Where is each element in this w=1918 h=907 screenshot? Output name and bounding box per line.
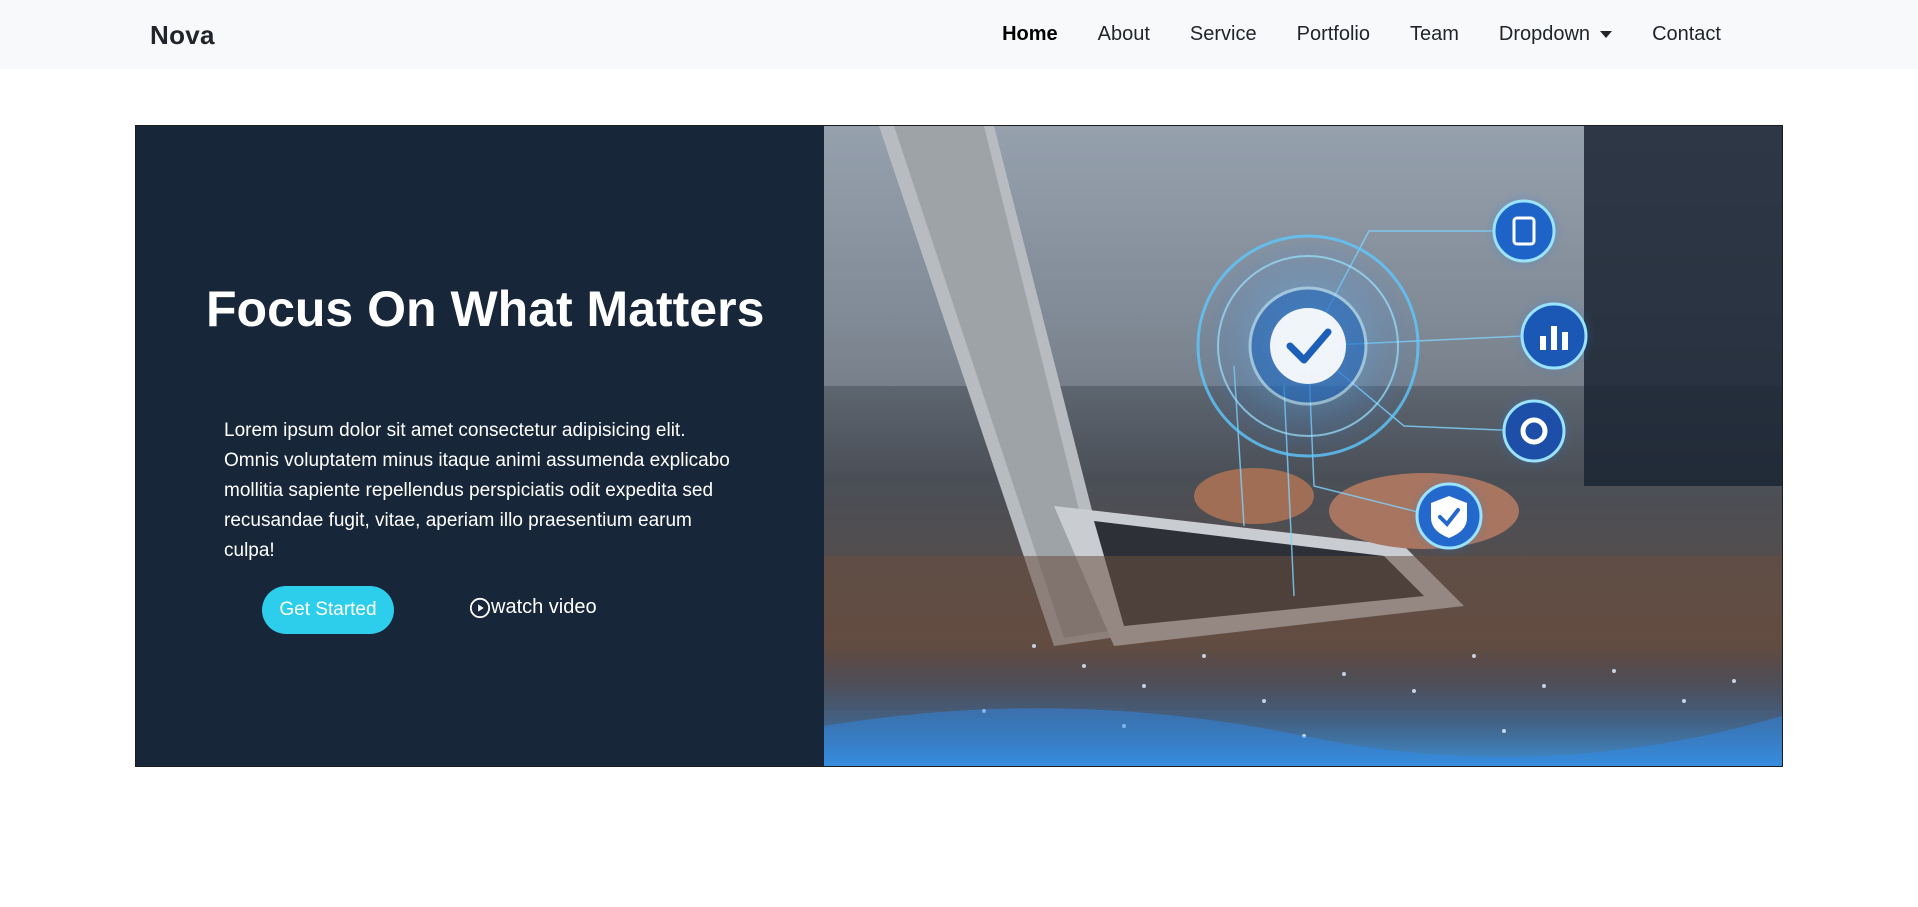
nav-link-team[interactable]: Team bbox=[1390, 23, 1479, 46]
nav-link-portfolio[interactable]: Portfolio bbox=[1277, 23, 1390, 46]
brand-logo[interactable]: Nova bbox=[150, 20, 215, 51]
caret-down-icon bbox=[1600, 31, 1613, 38]
settings-icon bbox=[1494, 391, 1574, 471]
nav-dropdown-label: Dropdown bbox=[1498, 23, 1591, 45]
nav-link-contact[interactable]: Contact bbox=[1632, 23, 1741, 46]
nav-link-about[interactable]: About bbox=[1078, 23, 1170, 46]
hero-title: Focus On What Matters bbox=[206, 281, 765, 337]
clipboard-icon bbox=[1484, 191, 1564, 271]
hero-image bbox=[824, 126, 1782, 766]
hero-description: Lorem ipsum dolor sit amet consectetur a… bbox=[224, 420, 730, 561]
nav-dropdown-toggle[interactable]: Dropdown bbox=[1479, 23, 1632, 46]
watch-video-label: watch video bbox=[491, 596, 597, 618]
chart-icon bbox=[1512, 294, 1596, 378]
watch-video-link[interactable]: watch video bbox=[469, 596, 597, 619]
shield-check-icon bbox=[1407, 474, 1491, 558]
navbar: Nova Home About Service Portfolio Team D… bbox=[0, 0, 1918, 69]
hero-content-panel: Focus On What Matters Lorem ipsum dolor … bbox=[136, 126, 824, 766]
hero-section: Focus On What Matters Lorem ipsum dolor … bbox=[135, 125, 1783, 767]
nav-link-home[interactable]: Home bbox=[982, 23, 1078, 46]
nav-menu: Home About Service Portfolio Team Dropdo… bbox=[982, 0, 1741, 69]
get-started-button[interactable]: Get Started bbox=[262, 586, 394, 634]
play-circle-icon bbox=[469, 597, 491, 618]
hero-illustration bbox=[824, 126, 1782, 766]
nav-link-service[interactable]: Service bbox=[1170, 23, 1277, 46]
